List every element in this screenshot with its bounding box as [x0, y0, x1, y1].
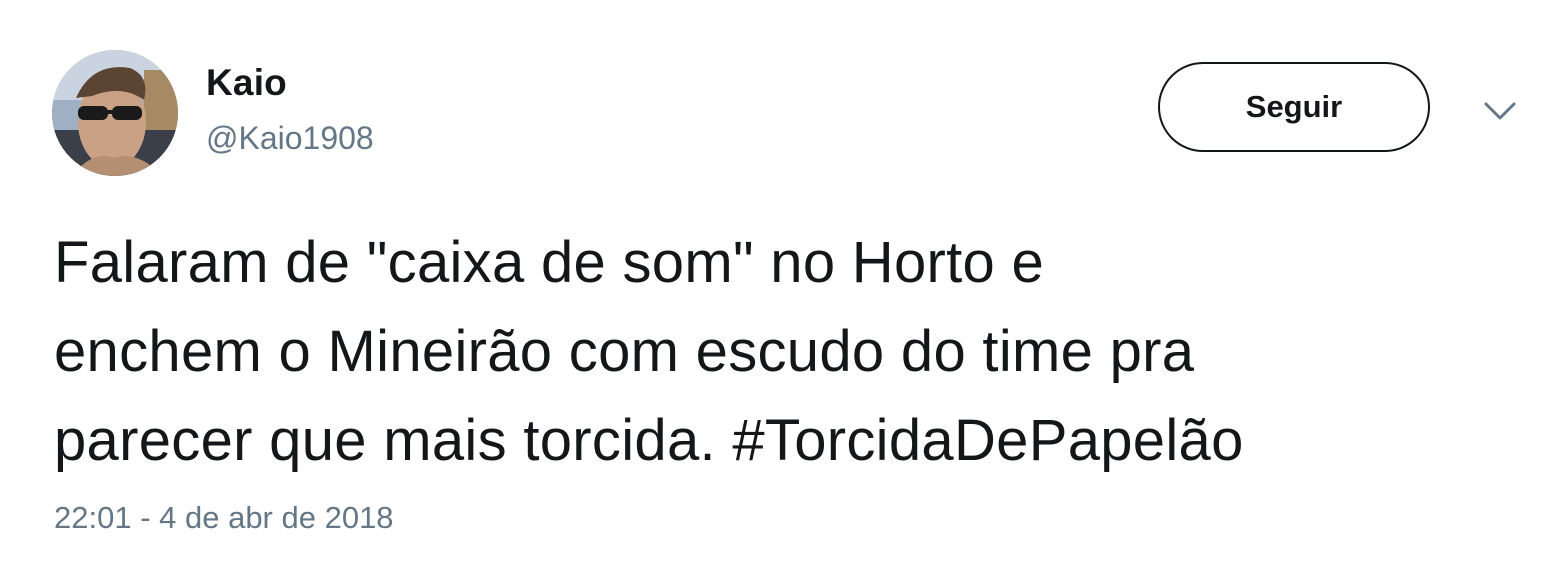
tweet-text-line: enchem o Mineirão com escudo do time pra	[54, 319, 1195, 384]
follow-button[interactable]: Seguir	[1158, 62, 1430, 152]
tweet-card: Kaio @Kaio1908 Seguir Falaram de "caixa …	[0, 0, 1550, 575]
avatar[interactable]	[52, 50, 178, 176]
tweet-timestamp[interactable]: 22:01 - 4 de abr de 2018	[54, 500, 394, 536]
avatar-photo-icon	[52, 50, 178, 176]
tweet-text-line: parecer que mais torcida. #TorcidaDePape…	[54, 408, 1244, 473]
follow-button-label: Seguir	[1245, 89, 1343, 124]
author-handle[interactable]: @Kaio1908	[206, 120, 374, 157]
tweet-text: Falaram de "caixa de som" no Horto e enc…	[54, 218, 1524, 485]
tweet-text-line: Falaram de "caixa de som" no Horto e	[54, 230, 1045, 295]
chevron-down-icon[interactable]	[1480, 96, 1520, 126]
author-display-name[interactable]: Kaio	[206, 62, 287, 104]
